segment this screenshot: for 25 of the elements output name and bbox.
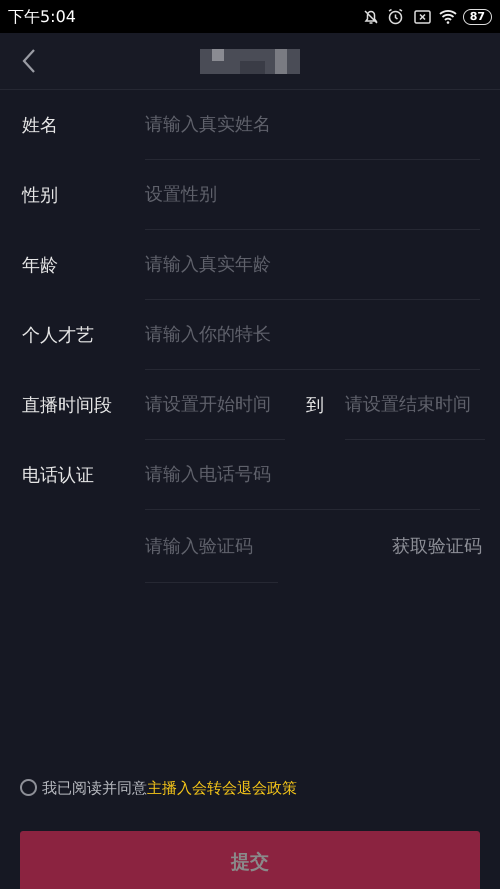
text-field[interactable]: 请输入你的特长: [145, 321, 480, 348]
text-field[interactable]: 请输入电话号码: [145, 461, 480, 488]
text-field[interactable]: 设置性别: [145, 181, 480, 208]
field-label: 姓名: [22, 114, 59, 138]
end-time-field[interactable]: 请设置结束时间: [345, 391, 485, 418]
sim-x-icon: [414, 10, 431, 24]
code-field[interactable]: 请输入验证码: [145, 532, 278, 560]
status-time: 下午5:04: [8, 6, 76, 28]
battery-indicator: 87: [462, 8, 492, 24]
wifi-icon: [438, 9, 457, 24]
field-label: 年龄: [22, 254, 59, 278]
agreement-text: 我已阅读并同意主播入会转会退会政策: [42, 778, 297, 798]
range-separator: 到: [305, 394, 325, 418]
start-time-field[interactable]: 请设置开始时间: [145, 391, 285, 418]
text-field[interactable]: 请输入真实姓名: [145, 111, 480, 138]
text-field[interactable]: 请输入真实年龄: [145, 251, 480, 278]
field-label: 直播时间段: [22, 394, 113, 418]
field-label: 性别: [22, 184, 59, 208]
field-label: 电话认证: [22, 464, 95, 488]
get-code-button[interactable]: 获取验证码: [392, 533, 482, 560]
policy-link[interactable]: 主播入会转会退会政策: [147, 778, 297, 796]
alarm-icon: [386, 8, 404, 25]
field-label: 个人才艺: [22, 324, 95, 348]
mute-bell-icon: [362, 8, 380, 26]
agreement-radio[interactable]: [20, 779, 37, 796]
